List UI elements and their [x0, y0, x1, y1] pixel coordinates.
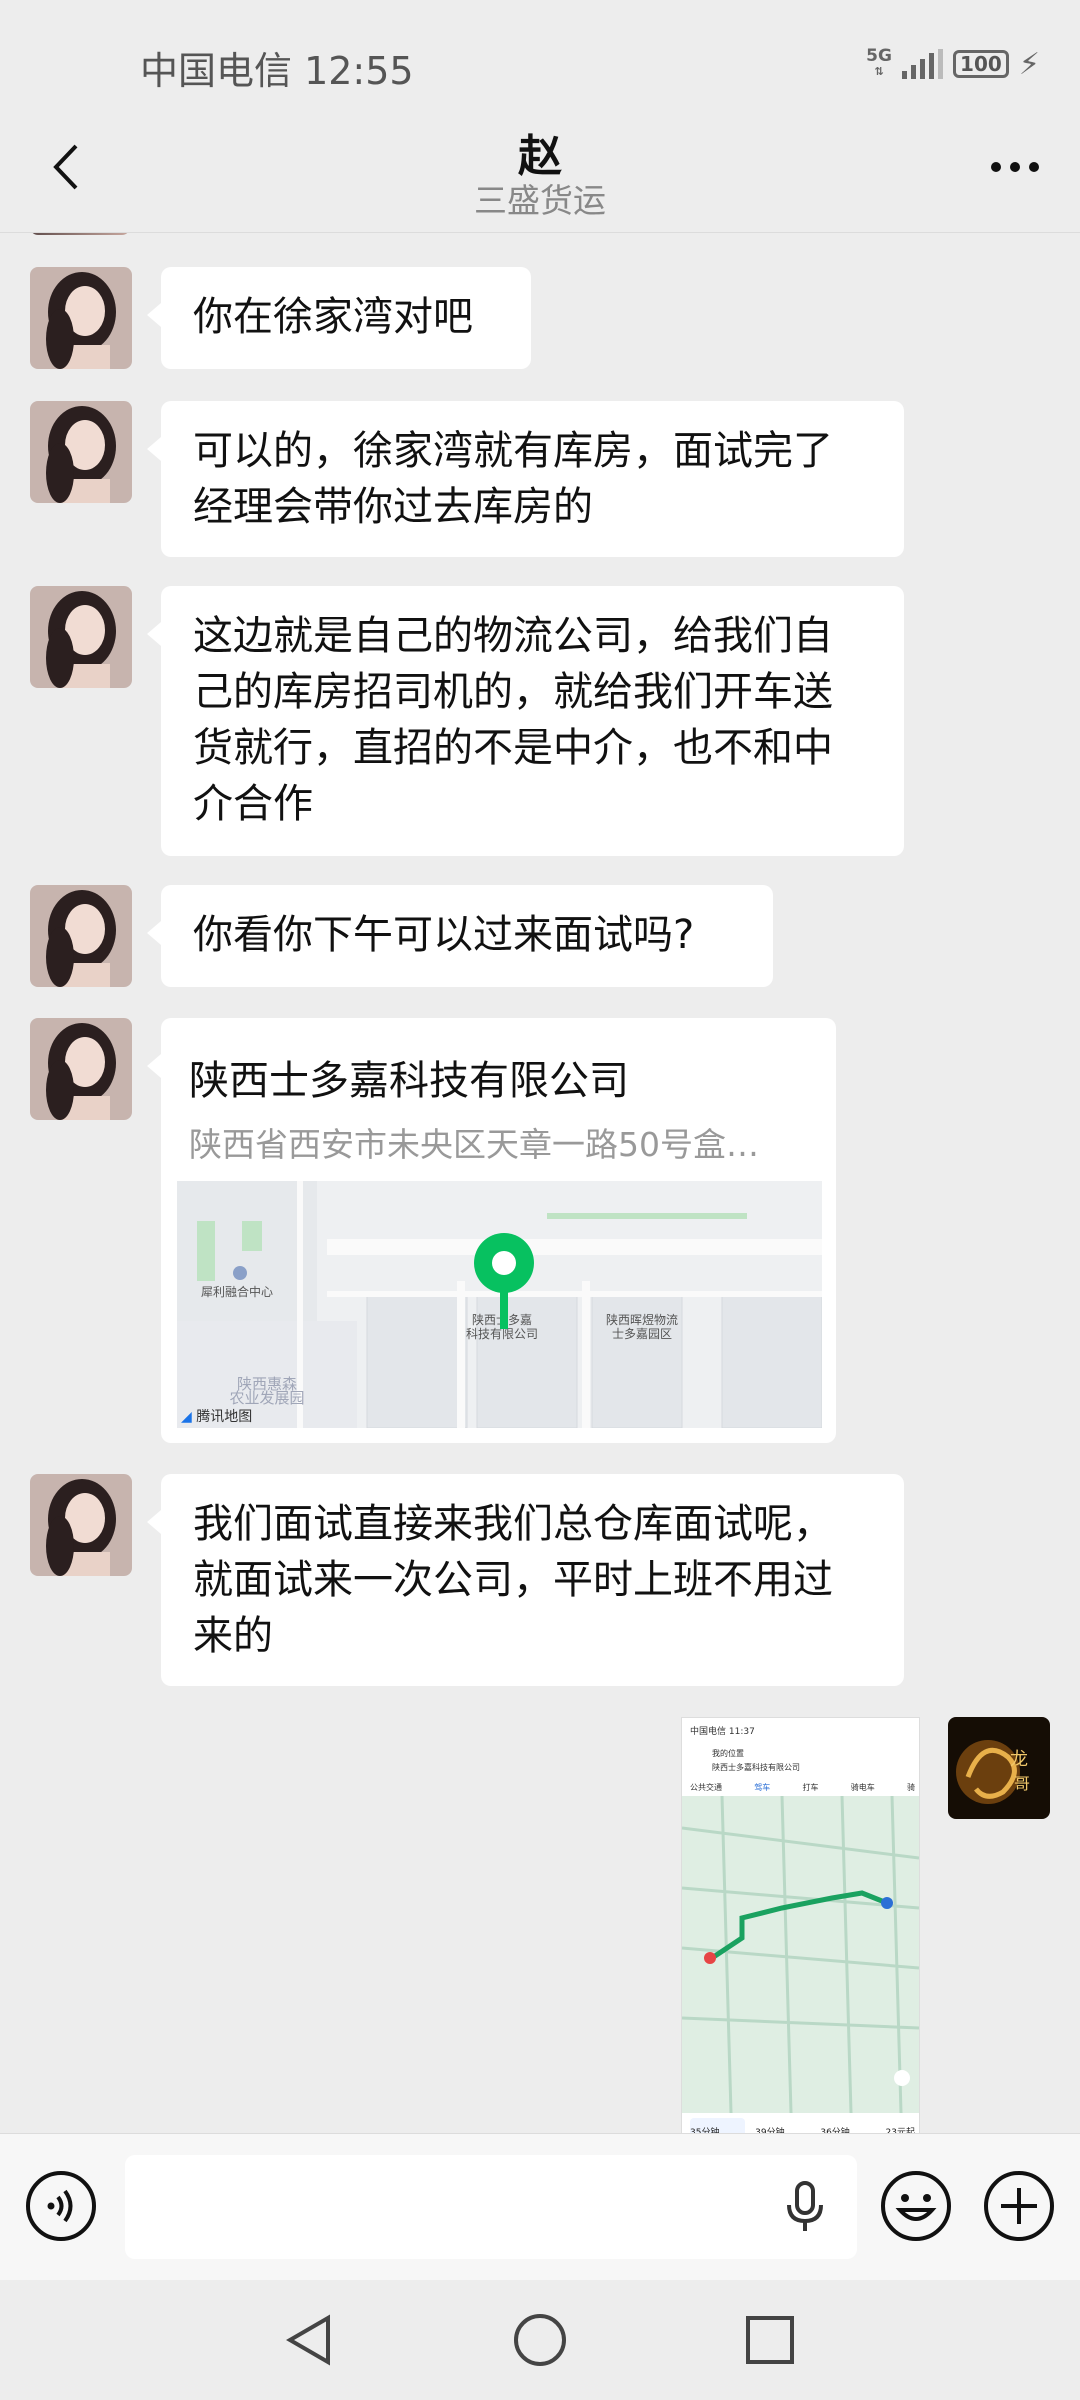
input-bar	[0, 2133, 1080, 2281]
location-card[interactable]: 陕西士多嘉科技有限公司 陕西省西安市未央区天章一路50号盒… 犀利融合中心 科技…	[147, 1018, 836, 1443]
chat-header: 赵 三盛货运	[0, 120, 1080, 230]
map-provider-logo-icon: ◢	[181, 1409, 192, 1425]
message-bubble[interactable]: 可以的，徐家湾就有库房，面试完了经理会带你过去库房的	[147, 401, 904, 557]
system-nav-bar	[0, 2280, 1080, 2400]
image-message[interactable]: 中国电信 11:37 我的位置 陕西士多嘉科技有限公司 公共交通 驾车 打车 骑…	[681, 1717, 920, 2133]
emoji-button[interactable]	[880, 2170, 952, 2242]
nav-recents-icon[interactable]	[740, 2310, 800, 2370]
avatar	[30, 233, 130, 235]
message-list[interactable]: 你在徐家湾对吧 可以的，徐家湾就有库房，面试完了经理会带你过去库房的 这边就是自…	[0, 233, 1080, 2133]
map-poi-label: 犀利融合中心	[201, 1285, 274, 1299]
signal-icon	[901, 49, 943, 79]
message-bubble[interactable]: 你看你下午可以过来面试吗?	[147, 885, 773, 987]
image-route-from: 我的位置	[712, 1749, 744, 1758]
contact-avatar[interactable]	[30, 401, 132, 503]
more-dots-icon	[991, 162, 1039, 172]
charging-icon: ⚡	[1018, 46, 1040, 82]
status-icons: 5G ⇅ 100 ⚡	[866, 44, 1040, 84]
message-bubble[interactable]: 这边就是自己的物流公司，给我们自己的库房招司机的，就给我们开车送货就行，直招的不…	[147, 586, 904, 856]
my-avatar[interactable]: 龙 哥	[948, 1717, 1050, 1819]
battery-level: 100	[960, 52, 1002, 76]
nav-back-icon[interactable]	[280, 2310, 340, 2370]
network-type-icon: 5G ⇅	[866, 46, 892, 79]
contact-avatar[interactable]	[30, 1018, 132, 1120]
svg-text:哥: 哥	[1014, 1774, 1030, 1793]
message-bubble[interactable]: 我们面试直接来我们总仓库面试呢，就面试来一次公司，平时上班不用过来的	[147, 1474, 904, 1686]
plus-icon	[984, 2171, 1054, 2241]
voice-toggle-button[interactable]	[25, 2170, 97, 2242]
chat-subtitle: 三盛货运	[474, 181, 606, 220]
location-pin-icon	[474, 1233, 534, 1329]
battery-icon: 100	[952, 50, 1009, 78]
message-text: 这边就是自己的物流公司，给我们自己的库房招司机的，就给我们开车送货就行，直招的不…	[193, 613, 833, 827]
message-text: 你看你下午可以过来面试吗?	[193, 912, 695, 958]
contact-avatar[interactable]	[30, 885, 132, 987]
location-map[interactable]: 犀利融合中心 陕西士多嘉 科技有限公司 陕西晖煜物流 士多嘉园区 陕西惠森 农业…	[177, 1181, 822, 1428]
message-input[interactable]	[125, 2155, 857, 2259]
message-text: 你在徐家湾对吧	[193, 294, 473, 340]
map-poi-label: 陕西惠森 农业发展园	[229, 1375, 305, 1407]
image-route-to: 陕西士多嘉科技有限公司	[712, 1763, 800, 1772]
contact-avatar[interactable]	[30, 586, 132, 688]
message-bubble[interactable]: 你在徐家湾对吧	[147, 267, 531, 369]
image-route-tabs: 公共交通 驾车 打车 骑电车 骑	[690, 1783, 915, 1792]
message-text: 可以的，徐家湾就有库房，面试完了经理会带你过去库房的	[193, 428, 833, 530]
image-status-time: 中国电信 11:37	[690, 1727, 755, 1737]
status-bar: 中国电信 12:55 5G ⇅ 100 ⚡	[0, 0, 1080, 130]
location-address: 陕西省西安市未央区天章一路50号盒…	[189, 1125, 759, 1164]
contact-avatar[interactable]	[30, 1474, 132, 1576]
carrier-time: 中国电信 12:55	[140, 49, 414, 93]
message-text: 我们面试直接来我们总仓库面试呢，就面试来一次公司，平时上班不用过来的	[193, 1501, 833, 1659]
nav-home-icon[interactable]	[510, 2310, 570, 2370]
emoji-icon	[881, 2171, 951, 2241]
map-provider-label: ◢ 腾讯地图	[181, 1409, 253, 1425]
more-functions-button[interactable]	[983, 2170, 1055, 2242]
microphone-icon[interactable]	[785, 2181, 825, 2233]
map-poi-label: 陕西晖煜物流 士多嘉园区	[605, 1313, 678, 1341]
voice-icon	[26, 2171, 96, 2241]
svg-text:龙: 龙	[1010, 1749, 1028, 1770]
image-route-times: 35分钟 39分钟 36分钟 23元起	[690, 2128, 915, 2133]
more-button[interactable]	[980, 132, 1050, 202]
contact-avatar[interactable]	[30, 267, 132, 369]
location-name: 陕西士多嘉科技有限公司	[189, 1058, 629, 1104]
